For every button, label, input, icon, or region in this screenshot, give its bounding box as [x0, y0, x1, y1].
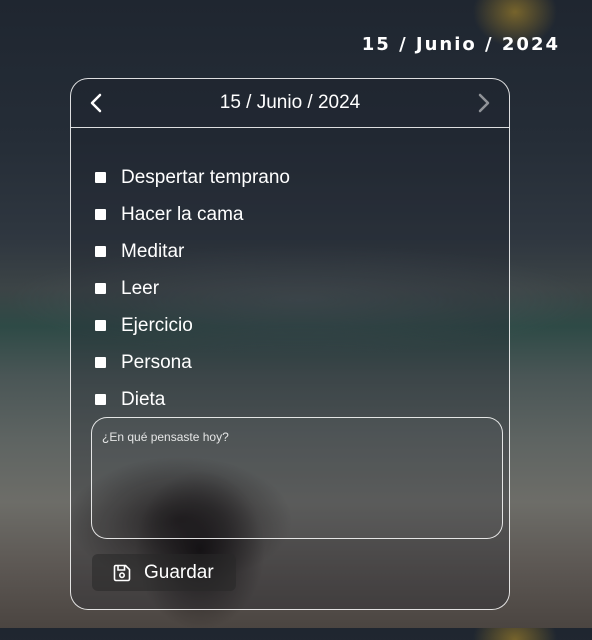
current-date: 15 / Junio / 2024 [219, 92, 361, 113]
task-label: Ejercicio [121, 314, 193, 336]
top-date: 15 / Junio / 2024 [361, 34, 560, 55]
save-button[interactable]: Guardar [92, 554, 236, 591]
task-list: Despertar temprano Hacer la cama Meditar… [95, 159, 290, 418]
task-checkbox[interactable] [95, 209, 106, 220]
task-label: Persona [121, 351, 192, 373]
task-checkbox[interactable] [95, 172, 106, 183]
task-item: Despertar temprano [95, 159, 290, 196]
task-item: Dieta [95, 381, 290, 418]
task-checkbox[interactable] [95, 283, 106, 294]
task-label: Despertar temprano [121, 166, 290, 188]
task-label: Dieta [121, 388, 166, 410]
task-item: Ejercicio [95, 307, 290, 344]
task-item: Leer [95, 270, 290, 307]
note-textarea[interactable] [91, 417, 503, 539]
task-checkbox[interactable] [95, 320, 106, 331]
card-header: 15 / Junio / 2024 [71, 79, 509, 128]
task-label: Leer [121, 277, 160, 299]
previous-day-button[interactable] [87, 91, 105, 115]
task-checkbox[interactable] [95, 246, 106, 257]
task-checkbox[interactable] [95, 394, 106, 405]
task-item: Hacer la cama [95, 196, 290, 233]
save-button-label: Guardar [144, 561, 214, 583]
chevron-right-icon [478, 93, 490, 113]
journal-card: 15 / Junio / 2024 Despertar temprano Hac… [70, 78, 510, 610]
task-item: Meditar [95, 233, 290, 270]
task-checkbox[interactable] [95, 357, 106, 368]
task-label: Hacer la cama [121, 203, 244, 225]
next-day-button[interactable] [475, 91, 493, 115]
task-label: Meditar [121, 240, 185, 262]
save-icon [113, 564, 131, 581]
chevron-left-icon [90, 93, 102, 113]
task-item: Persona [95, 344, 290, 381]
